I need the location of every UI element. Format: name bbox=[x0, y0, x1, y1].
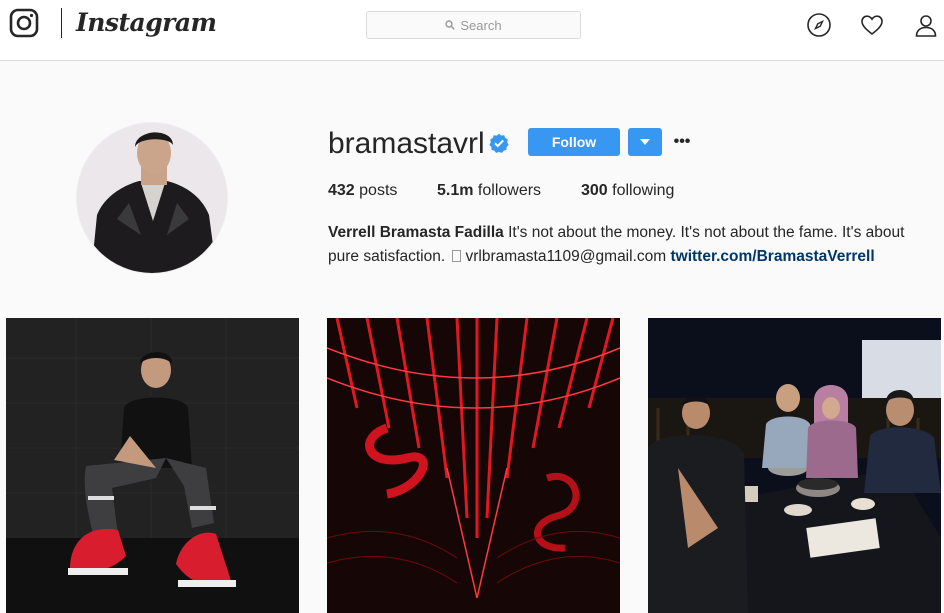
profile-username: bramastavrl bbox=[328, 127, 485, 160]
post-image-red-abstract bbox=[327, 318, 620, 613]
caret-down-icon bbox=[640, 139, 650, 145]
avatar-photo bbox=[77, 123, 227, 273]
follow-button[interactable]: Follow bbox=[528, 128, 620, 156]
search-icon bbox=[445, 20, 456, 30]
compass-icon[interactable] bbox=[806, 12, 832, 38]
heart-icon[interactable] bbox=[859, 12, 885, 38]
post-thumbnail[interactable] bbox=[648, 318, 941, 613]
suggested-dropdown-button[interactable] bbox=[628, 128, 662, 156]
post-image-man-sitting bbox=[6, 318, 299, 613]
verified-badge-icon bbox=[489, 133, 509, 153]
search-input[interactable]: Search bbox=[366, 11, 581, 39]
envelope-icon bbox=[451, 249, 461, 262]
followers-label: followers bbox=[477, 182, 542, 199]
profile-avatar[interactable] bbox=[76, 122, 228, 274]
posts-stat[interactable]: 432 posts bbox=[328, 182, 397, 200]
followers-stat[interactable]: 5.1m followers bbox=[437, 182, 541, 200]
instagram-wordmark[interactable]: Instagram bbox=[76, 6, 217, 40]
bio-email: vrlbramasta1109@gmail.com bbox=[465, 248, 667, 265]
bio-website-link[interactable]: twitter.com/BramastaVerrell bbox=[670, 248, 874, 265]
post-thumbnail[interactable] bbox=[6, 318, 299, 613]
top-navigation: Instagram Search bbox=[0, 0, 944, 61]
person-icon[interactable] bbox=[913, 12, 939, 38]
profile-full-name: Verrell Bramasta Fadilla bbox=[328, 224, 504, 241]
following-count: 300 bbox=[581, 182, 608, 199]
instagram-glyph-icon[interactable] bbox=[9, 8, 39, 38]
nav-divider bbox=[61, 8, 62, 38]
followers-count: 5.1m bbox=[437, 182, 474, 199]
search-placeholder: Search bbox=[460, 17, 502, 33]
following-stat[interactable]: 300 following bbox=[581, 182, 674, 200]
following-label: following bbox=[612, 182, 675, 199]
more-options-button[interactable]: ••• bbox=[672, 130, 692, 154]
posts-count: 432 bbox=[328, 182, 355, 199]
profile-bio: Verrell Bramasta Fadilla It's not about … bbox=[328, 221, 928, 269]
post-thumbnail[interactable] bbox=[327, 318, 620, 613]
posts-label: posts bbox=[359, 182, 398, 199]
post-image-group-dinner bbox=[648, 318, 941, 613]
